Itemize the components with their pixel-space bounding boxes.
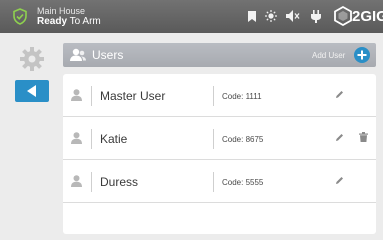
users-icon (70, 48, 86, 61)
brand-name: 2GIG (352, 8, 383, 25)
user-row[interactable]: Duress Code: 5555 (63, 160, 376, 203)
bookmark-icon[interactable] (248, 11, 256, 22)
user-name: Duress (100, 175, 139, 189)
user-name: Katie (100, 132, 128, 146)
arming-state: Ready To Arm (37, 16, 101, 27)
person-icon (71, 89, 82, 101)
back-button[interactable] (15, 80, 49, 102)
user-list: Master User Code: 1111 Katie Code: 8675 (63, 74, 376, 234)
add-user-button[interactable] (354, 47, 370, 63)
user-row[interactable]: Master User Code: 1111 (63, 74, 376, 117)
divider (91, 86, 92, 106)
divider (213, 172, 214, 192)
2gig-logo-icon (334, 6, 352, 26)
divider (91, 129, 92, 149)
speaker-muted-icon[interactable] (286, 10, 300, 22)
plus-icon (357, 50, 367, 60)
location-name: Main House (37, 6, 86, 16)
person-icon (71, 175, 82, 187)
shield-check-icon (13, 8, 27, 25)
person-icon (71, 132, 82, 144)
plug-icon[interactable] (311, 10, 321, 23)
divider (91, 172, 92, 192)
trash-icon[interactable] (359, 132, 368, 142)
pencil-icon[interactable] (335, 133, 344, 142)
back-arrow-icon (27, 85, 36, 97)
gear-icon[interactable] (20, 47, 44, 71)
user-code: Code: 5555 (222, 178, 264, 187)
divider (213, 86, 214, 106)
users-header: Users Add User (63, 43, 376, 67)
status-bar: Main House Ready To Arm 2GIG (0, 0, 383, 33)
user-code: Code: 8675 (222, 135, 264, 144)
user-code: Code: 1111 (222, 92, 262, 101)
user-row[interactable]: Katie Code: 8675 (63, 117, 376, 160)
pencil-icon[interactable] (335, 176, 344, 185)
sun-icon[interactable] (265, 10, 277, 22)
pencil-icon[interactable] (335, 90, 344, 99)
divider (213, 129, 214, 149)
user-name: Master User (100, 89, 166, 103)
add-user-label[interactable]: Add User (312, 51, 345, 60)
page-title: Users (92, 48, 124, 62)
